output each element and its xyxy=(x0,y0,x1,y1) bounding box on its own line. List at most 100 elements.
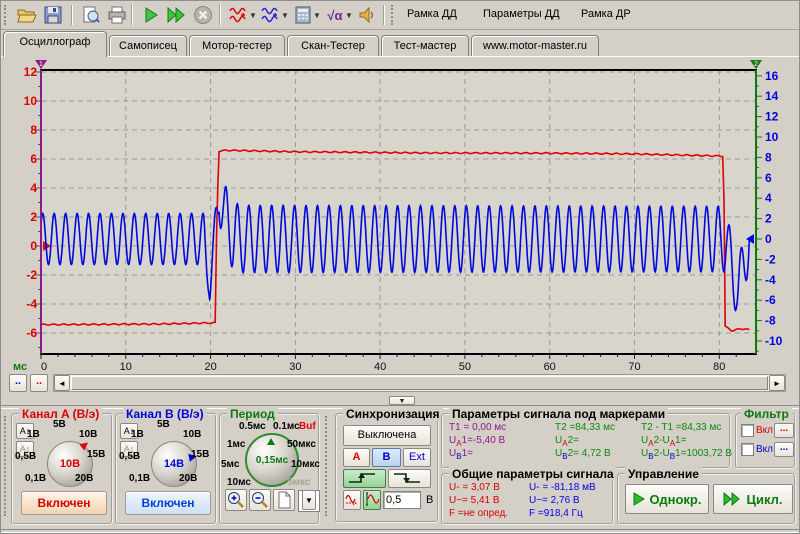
chevron-down-icon[interactable]: ▼ xyxy=(249,11,257,20)
scale-ratio-dropdown[interactable]: ▼ xyxy=(302,490,316,510)
knob-scale-label: 15В xyxy=(87,449,105,460)
menu-ramka-dd[interactable]: Рамка ДД xyxy=(407,8,457,20)
svg-text:мс: мс xyxy=(13,361,27,373)
marker-param-cell: UB1= xyxy=(449,448,473,461)
new-page-button[interactable] xyxy=(273,489,295,511)
scrollbar-thumb[interactable] xyxy=(71,376,768,390)
marker-param-cell: UB2= 4,72 В xyxy=(555,448,611,461)
signal-red-icon xyxy=(229,6,249,24)
svg-text:6: 6 xyxy=(765,171,772,185)
tab-oscillograph[interactable]: Осциллограф xyxy=(3,31,107,57)
signal-blue-icon[interactable] xyxy=(259,3,283,27)
channel-b-power-button[interactable]: Включен xyxy=(125,491,211,515)
page-icon xyxy=(274,490,294,510)
print-preview-icon xyxy=(82,6,100,24)
sync-title: Синхронизация xyxy=(343,407,443,421)
sync-edge-falling-button[interactable] xyxy=(388,469,431,488)
common-params-title: Общие параметры сигнала xyxy=(449,467,617,481)
common-param-line: U- = 3,07 В xyxy=(449,482,500,493)
math-sqrt-alpha-icon[interactable]: √α xyxy=(323,3,347,27)
toolbar-grip[interactable] xyxy=(391,5,397,25)
chevron-down-icon[interactable]: ▼ xyxy=(313,11,321,20)
svg-text:2: 2 xyxy=(754,61,758,68)
toolbar-separator xyxy=(383,5,384,25)
svg-text:0: 0 xyxy=(765,232,772,246)
signal-red-icon[interactable] xyxy=(227,3,251,27)
print-preview-icon[interactable] xyxy=(79,3,103,27)
svg-text:-2: -2 xyxy=(26,268,37,282)
chevron-down-icon[interactable]: ▼ xyxy=(345,11,353,20)
filter-a-settings-button[interactable]: ... xyxy=(774,423,794,438)
start-icon[interactable] xyxy=(139,3,163,27)
toolbar-grip[interactable] xyxy=(4,5,10,25)
chevron-down-icon[interactable]: ▼ xyxy=(281,11,289,20)
print-icon[interactable] xyxy=(105,3,129,27)
period-group: Период 0,15мс 10мс5мс1мс0.5мс0.1мс50мкс1… xyxy=(219,413,320,525)
channel-b-knob-value: 14В xyxy=(164,458,184,470)
marker-param-cell: T2 =84,33 мс xyxy=(555,422,615,433)
svg-text:0: 0 xyxy=(41,361,47,373)
calculator-icon[interactable] xyxy=(291,3,315,27)
horizontal-scrollbar[interactable]: ◄ ► xyxy=(53,374,786,392)
channel-a-power-button[interactable]: Включен xyxy=(21,491,107,515)
scroll-right-button[interactable]: ► xyxy=(769,375,785,391)
save-icon xyxy=(44,6,62,24)
sync-edge-rising-button[interactable] xyxy=(343,469,386,488)
filter-a-checkbox[interactable] xyxy=(741,424,754,437)
toolbar: ▼ ▼ ▼ √α ▼ xyxy=(1,1,800,30)
sound-icon[interactable] xyxy=(355,3,379,27)
tab-scan-tester[interactable]: Скан-Тестер xyxy=(287,35,379,56)
marker-params-title: Параметры сигнала под маркерами xyxy=(449,407,668,421)
print-icon xyxy=(107,6,127,24)
knob-scale-label: 5мс xyxy=(221,459,239,470)
panel-grip[interactable] xyxy=(4,416,10,516)
single-run-label: Однокр. xyxy=(650,492,702,507)
save-icon[interactable] xyxy=(41,3,65,27)
sync-state-button[interactable]: Выключена xyxy=(343,425,431,446)
marker-red-button[interactable]: .. xyxy=(30,374,48,392)
start-cycle-icon[interactable] xyxy=(165,3,189,27)
sync-mode-level-button[interactable] xyxy=(363,490,381,510)
svg-text:40: 40 xyxy=(374,361,386,373)
tab-motor-tester[interactable]: Мотор-тестер xyxy=(189,35,285,56)
filter-b-checkbox[interactable] xyxy=(741,443,754,456)
zoom-in-button[interactable] xyxy=(225,489,247,511)
svg-text:6: 6 xyxy=(30,152,37,166)
knob-scale-label: 10мкс xyxy=(291,459,320,470)
channel-a-knob-value: 10В xyxy=(60,458,80,470)
sync-source-a-button[interactable]: A xyxy=(343,448,370,467)
filter-b-settings-button[interactable]: ... xyxy=(774,442,794,457)
menu-parametry-dd[interactable]: Параметры ДД xyxy=(483,8,560,20)
tab-motor-master-site[interactable]: www.motor-master.ru xyxy=(471,35,599,56)
svg-text:20: 20 xyxy=(204,361,216,373)
cycle-run-button[interactable]: Цикл. xyxy=(713,484,793,514)
svg-text:10: 10 xyxy=(24,94,38,108)
sync-level-input[interactable] xyxy=(383,491,421,509)
knob-scale-label: 10мс xyxy=(227,477,251,488)
collapse-panel-button[interactable]: ▼ xyxy=(389,396,415,405)
zoom-out-button[interactable] xyxy=(249,489,271,511)
tab-test-master[interactable]: Тест-мастер xyxy=(381,35,469,56)
svg-text:-6: -6 xyxy=(26,326,37,340)
stop-icon[interactable] xyxy=(191,3,215,27)
marker-blue-button[interactable]: .. xyxy=(9,374,27,392)
knob-scale-label: 0,1В xyxy=(25,473,46,484)
common-param-line: U~= 5,41 В xyxy=(449,495,500,506)
sync-source-b-button[interactable]: B xyxy=(372,448,401,467)
single-run-button[interactable]: Однокр. xyxy=(625,484,709,514)
open-folder-icon[interactable] xyxy=(15,3,39,27)
stop-icon xyxy=(193,5,213,25)
start-icon xyxy=(142,6,160,24)
filter-title: Фильтр xyxy=(741,407,792,421)
sync-source-ext-button[interactable]: Ext xyxy=(403,448,431,467)
svg-text:1: 1 xyxy=(39,61,43,68)
svg-text:-10: -10 xyxy=(765,334,783,348)
tab-samopisec[interactable]: Самописец xyxy=(109,35,187,56)
knob-scale-label: 10В xyxy=(79,429,97,440)
scroll-left-button[interactable]: ◄ xyxy=(54,375,70,391)
period-buf-label: Buf xyxy=(299,421,316,432)
panel-grip[interactable] xyxy=(325,416,331,516)
rising-edge-icon xyxy=(345,470,385,486)
sync-mode-auto-button[interactable] xyxy=(343,490,361,510)
menu-ramka-dr[interactable]: Рамка ДР xyxy=(581,8,631,20)
